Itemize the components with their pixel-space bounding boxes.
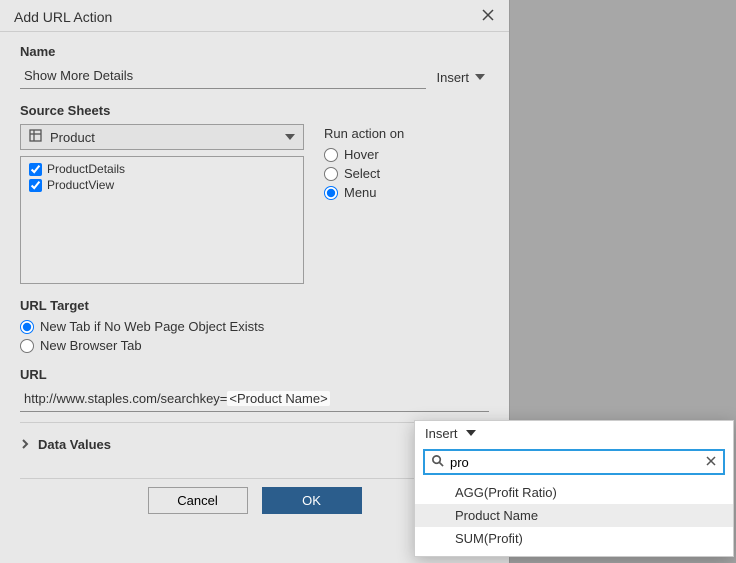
url-block: URL http://www.staples.com/searchkey=<Pr… — [20, 367, 489, 412]
radio-input[interactable] — [324, 148, 338, 162]
chevron-right-icon — [20, 437, 30, 452]
target-option-new-browser-tab[interactable]: New Browser Tab — [20, 338, 489, 353]
sheet-item[interactable]: ProductDetails — [25, 161, 299, 177]
run-action-label: Run action on — [324, 126, 489, 141]
close-icon[interactable] — [481, 8, 495, 25]
sheet-grid-icon — [29, 129, 42, 145]
sheet-checkbox[interactable] — [29, 179, 42, 192]
radio-label: Menu — [344, 185, 377, 200]
name-label: Name — [20, 44, 489, 59]
insert-field-dropdown: Insert AGG(Profit Ratio) Product Name SU… — [414, 420, 734, 557]
data-values-label: Data Values — [38, 437, 111, 452]
run-option-select[interactable]: Select — [324, 166, 489, 181]
source-row: Product ProductDetails ProductView Run a… — [20, 124, 489, 284]
name-insert-dropdown[interactable]: Insert — [436, 70, 489, 85]
run-option-hover[interactable]: Hover — [324, 147, 489, 162]
caret-down-icon — [466, 426, 476, 441]
dropdown-item[interactable]: SUM(Profit) — [415, 527, 733, 550]
dropdown-list: AGG(Profit Ratio) Product Name SUM(Profi… — [415, 479, 733, 556]
url-row: http://www.staples.com/searchkey=<Produc… — [20, 388, 489, 412]
radio-label: Select — [344, 166, 380, 181]
target-option-newtab-if-none[interactable]: New Tab if No Web Page Object Exists — [20, 319, 489, 334]
search-icon — [431, 454, 444, 470]
sheet-item[interactable]: ProductView — [25, 177, 299, 193]
sheet-label: ProductView — [47, 178, 114, 192]
radio-input[interactable] — [20, 339, 34, 353]
url-target-label: URL Target — [20, 298, 489, 313]
name-input[interactable] — [20, 65, 426, 89]
caret-down-icon — [285, 130, 295, 145]
radio-input[interactable] — [324, 167, 338, 181]
dropdown-search — [423, 449, 725, 475]
sheet-label: ProductDetails — [47, 162, 125, 176]
caret-down-icon — [475, 70, 485, 85]
url-target-block: URL Target New Tab if No Web Page Object… — [20, 298, 489, 353]
source-sheet-value: Product — [50, 130, 277, 145]
dialog-header: Add URL Action — [0, 0, 509, 32]
dropdown-search-input[interactable] — [450, 455, 699, 470]
radio-input[interactable] — [20, 320, 34, 334]
sheet-list: ProductDetails ProductView — [20, 156, 304, 284]
radio-input[interactable] — [324, 186, 338, 200]
source-left: Product ProductDetails ProductView — [20, 124, 304, 284]
cancel-button[interactable]: Cancel — [148, 487, 248, 514]
insert-label: Insert — [436, 70, 469, 85]
radio-label: Hover — [344, 147, 379, 162]
insert-label: Insert — [425, 426, 458, 441]
name-row: Insert — [20, 65, 489, 89]
ok-button[interactable]: OK — [262, 487, 362, 514]
radio-label: New Browser Tab — [40, 338, 142, 353]
dropdown-item[interactable]: Product Name — [415, 504, 733, 527]
clear-icon[interactable] — [705, 455, 717, 470]
url-prefix: http://www.staples.com/searchkey= — [24, 391, 227, 406]
dropdown-item[interactable]: AGG(Profit Ratio) — [415, 481, 733, 504]
dialog-title: Add URL Action — [14, 9, 112, 25]
dropdown-header[interactable]: Insert — [415, 421, 733, 445]
url-token: <Product Name> — [227, 391, 329, 406]
sheet-checkbox[interactable] — [29, 163, 42, 176]
radio-label: New Tab if No Web Page Object Exists — [40, 319, 264, 334]
source-sheet-select[interactable]: Product — [20, 124, 304, 150]
source-sheets-label: Source Sheets — [20, 103, 489, 118]
run-action-block: Run action on Hover Select Menu — [324, 124, 489, 204]
run-option-menu[interactable]: Menu — [324, 185, 489, 200]
url-input[interactable]: http://www.staples.com/searchkey=<Produc… — [20, 388, 489, 412]
url-label: URL — [20, 367, 489, 382]
